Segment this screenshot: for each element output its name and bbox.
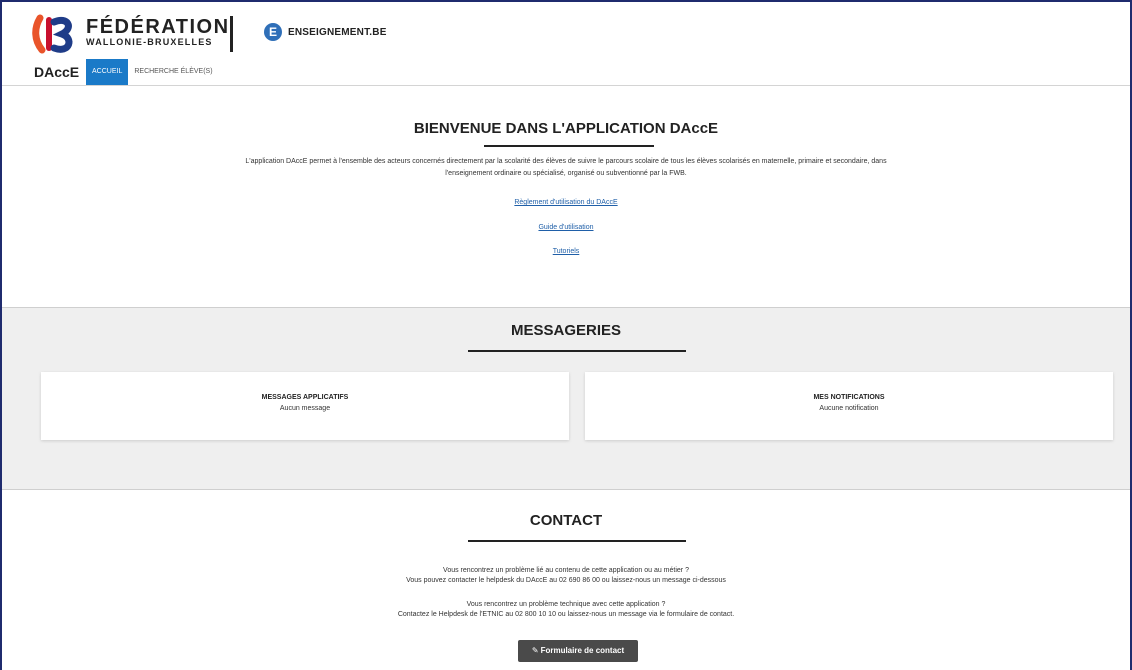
main-nav: ACCUEIL RECHERCHE ÉLÈVE(S) <box>86 59 219 85</box>
fwb-logo-icon[interactable] <box>32 14 76 54</box>
nav-tab-recherche-eleves[interactable]: RECHERCHE ÉLÈVE(S) <box>128 59 218 85</box>
welcome-title: BIENVENUE DANS L'APPLICATION DAccE <box>413 120 719 137</box>
messageries-section: MESSAGERIES MESSAGES APPLICATIFS Aucun m… <box>2 307 1130 490</box>
welcome-description: l'enseignement ordinaire ou spécialisé, … <box>445 170 687 177</box>
fwb-wordmark: FÉDÉRATION WALLONIE-BRUXELLES <box>86 17 230 48</box>
header: FÉDÉRATION WALLONIE-BRUXELLES E ENSEIGNE… <box>2 2 1130 86</box>
contact-text: Vous rencontrez un problème technique av… <box>466 601 666 608</box>
link-reglement[interactable]: Règlement d'utilisation du DAccE <box>2 199 1130 206</box>
fwb-subtitle: WALLONIE-BRUXELLES <box>86 37 213 47</box>
title-underline <box>468 540 686 542</box>
logo-divider <box>230 16 233 52</box>
nav-tab-accueil[interactable]: ACCUEIL <box>86 59 129 85</box>
welcome-description: L'application DAccE permet à l'ensemble … <box>245 158 887 165</box>
welcome-section: BIENVENUE DANS L'APPLICATION DAccE L'app… <box>2 87 1130 307</box>
app-window: FÉDÉRATION WALLONIE-BRUXELLES E ENSEIGNE… <box>0 0 1132 670</box>
contact-section: CONTACT Vous rencontrez un problème lié … <box>2 491 1130 670</box>
messages-applicatifs-card[interactable]: MESSAGES APPLICATIFS Aucun message <box>41 372 569 440</box>
edit-icon: ✎ <box>531 646 539 655</box>
contact-text: Vous rencontrez un problème lié au conte… <box>443 567 689 574</box>
card-title: MES NOTIFICATIONS <box>813 394 885 401</box>
contact-form-button[interactable]: ✎ Formulaire de contact <box>518 640 638 662</box>
fwb-title: FÉDÉRATION <box>86 16 230 38</box>
title-underline <box>484 145 654 147</box>
link-tutoriels[interactable]: Tutoriels <box>2 248 1130 255</box>
card-title: MESSAGES APPLICATIFS <box>261 394 349 401</box>
card-status: Aucun message <box>279 405 331 412</box>
mes-notifications-card[interactable]: MES NOTIFICATIONS Aucune notification <box>585 372 1113 440</box>
link-guide[interactable]: Guide d'utilisation <box>2 224 1130 231</box>
title-underline <box>468 350 686 352</box>
contact-text: Vous pouvez contacter le helpdesk du DAc… <box>406 577 726 584</box>
messageries-title: MESSAGERIES <box>510 322 622 339</box>
enseignement-e-icon[interactable]: E <box>264 23 282 41</box>
card-status: Aucune notification <box>819 405 879 412</box>
contact-form-button-label: Formulaire de contact <box>540 646 625 655</box>
enseignement-label[interactable]: ENSEIGNEMENT.BE <box>288 27 387 38</box>
contact-title: CONTACT <box>529 512 603 529</box>
app-name: DAccE <box>34 64 80 80</box>
contact-text: Contactez le Helpdesk de l'ETNIC au 02 8… <box>397 611 735 618</box>
